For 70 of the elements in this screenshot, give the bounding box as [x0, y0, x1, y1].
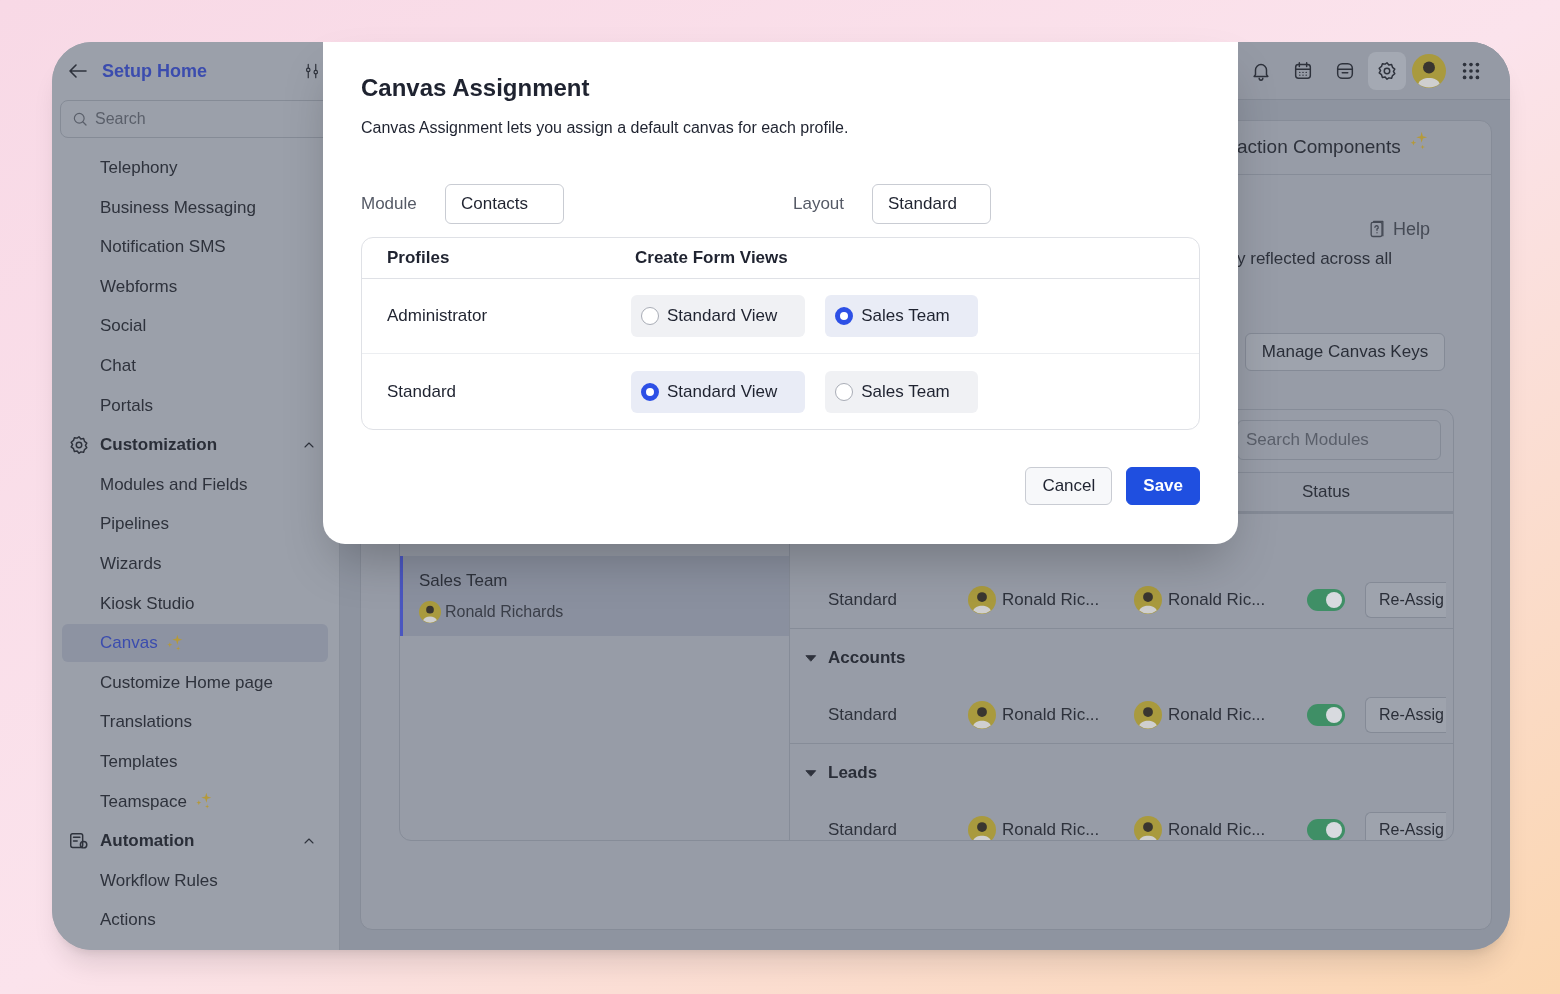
module-group-title: Accounts: [828, 646, 906, 669]
avatar-icon: [1134, 585, 1162, 614]
profile-avatar[interactable]: [1410, 51, 1448, 90]
search-icon: [71, 110, 89, 128]
reassign-button[interactable]: Re-Assig: [1365, 581, 1446, 618]
layout-field[interactable]: Standard: [872, 184, 991, 224]
tab-title[interactable]: action Components: [1237, 133, 1401, 162]
gear-icon: [68, 433, 90, 456]
profile-name: Administrator: [387, 306, 488, 326]
modal-title: Canvas Assignment: [361, 73, 591, 103]
cancel-button[interactable]: Cancel: [1025, 467, 1113, 505]
column-header: Status: [1301, 481, 1351, 504]
profile-name: Standard: [387, 381, 456, 401]
layout-name: Standard: [828, 589, 897, 609]
radio-button[interactable]: [835, 307, 854, 325]
reassign-button[interactable]: Re-Assig: [1365, 811, 1446, 840]
field-label: Module: [361, 193, 418, 216]
radio-button[interactable]: [641, 382, 659, 401]
filter-icon[interactable]: [303, 62, 321, 80]
radio-button[interactable]: [641, 307, 659, 325]
radio-option[interactable]: Sales Team: [825, 295, 978, 337]
layout-name: Standard: [828, 819, 897, 839]
avatar-icon: [419, 600, 441, 623]
toggle-switch[interactable]: [1307, 703, 1345, 726]
sidebar-section-title[interactable]: Customization: [100, 432, 218, 458]
radio-option[interactable]: Standard View: [631, 370, 806, 413]
user-name: Ronald Ric...: [1002, 818, 1100, 840]
sidebar-item[interactable]: Kiosk Studio: [62, 584, 328, 623]
radio-button[interactable]: [835, 382, 854, 401]
sidebar-section-title[interactable]: Automation: [100, 828, 195, 854]
module-field[interactable]: Contacts: [445, 184, 564, 224]
user-name: Ronald Ric...: [1168, 818, 1266, 840]
user-name: Ronald Ric...: [1002, 703, 1100, 726]
user-name: Ronald Ric...: [1168, 703, 1266, 726]
settings-icon: [1376, 59, 1398, 82]
column-header: Profiles: [387, 248, 450, 268]
calendar-icon: [1292, 59, 1314, 82]
modal-description: Canvas Assignment lets you assign a default canvas for each profile.: [361, 118, 850, 138]
reassign-button[interactable]: Re-Assig: [1365, 696, 1446, 733]
save-button[interactable]: Save: [1126, 467, 1200, 505]
avatar-icon: [1134, 815, 1162, 840]
radio-option[interactable]: Standard View: [631, 295, 806, 337]
settings-button[interactable]: [1368, 51, 1406, 90]
avatar-icon: [968, 585, 996, 614]
toggle-switch[interactable]: [1307, 588, 1345, 611]
column-header: Create Form Views: [635, 248, 788, 268]
avatar-icon: [1412, 53, 1446, 88]
profile-list-item[interactable]: Sales Team Ronald Richards: [400, 556, 789, 636]
avatar-icon: [1134, 700, 1162, 729]
toggle-switch[interactable]: [1307, 818, 1345, 840]
sidebar-item[interactable]: Workflow Rules: [62, 861, 328, 900]
user-name: Ronald Ric...: [1168, 588, 1266, 611]
field-label: Layout: [793, 193, 846, 216]
help-link[interactable]: Help: [1366, 215, 1430, 243]
radio-option[interactable]: Sales Team: [825, 370, 978, 413]
user-name: Ronald Ric...: [1002, 588, 1100, 611]
sidebar-item[interactable]: Customize Home page: [62, 663, 328, 702]
layout-name: Standard: [828, 704, 897, 724]
description-text: y reflected across all: [1237, 248, 1392, 271]
owner-name: Ronald Richards: [445, 601, 564, 622]
sidebar-item[interactable]: Translations: [62, 703, 328, 742]
sidebar-item[interactable]: Teamspace: [62, 782, 328, 821]
sidebar-item[interactable]: Actions: [62, 901, 328, 940]
avatar-icon: [968, 700, 996, 729]
avatar-icon: [968, 815, 996, 840]
sidebar-item[interactable]: Wizards: [62, 544, 328, 583]
manage-canvas-keys-button[interactable]: Manage Canvas Keys: [1245, 333, 1445, 371]
setup-home-title: Setup Home: [102, 59, 207, 83]
module-group-title: Leads: [828, 761, 878, 784]
sidebar-item[interactable]: Templates: [62, 742, 328, 781]
